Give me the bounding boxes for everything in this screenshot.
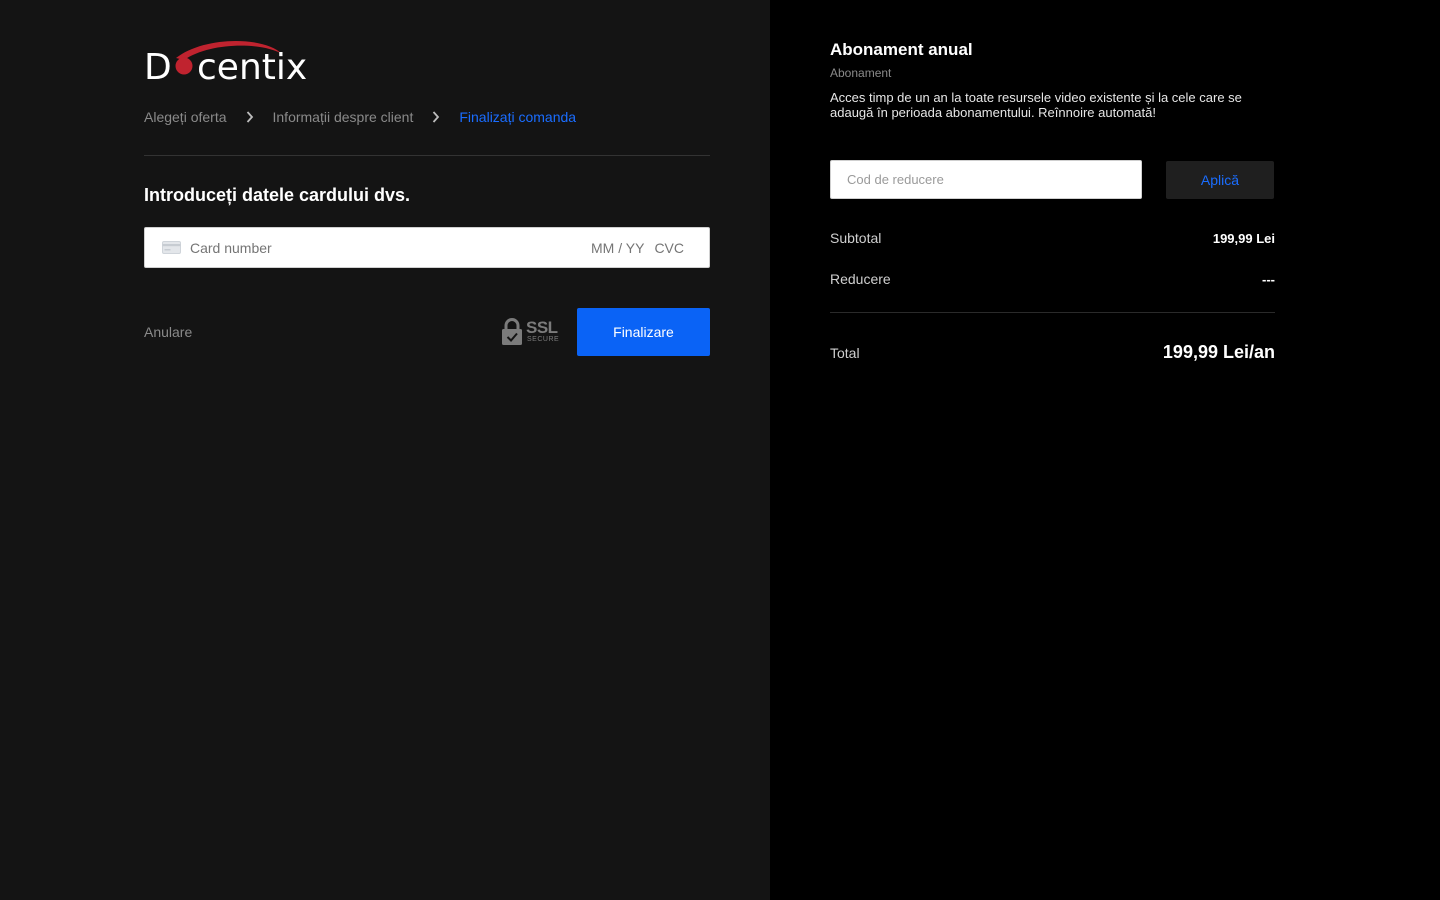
- logo-swoosh: D centix: [144, 40, 307, 84]
- svg-text:D: D: [144, 47, 172, 84]
- discount-code-input[interactable]: [830, 160, 1142, 199]
- divider: [144, 155, 710, 156]
- apply-discount-button[interactable]: Aplică: [1166, 161, 1274, 199]
- docentix-logo[interactable]: D centix: [144, 38, 316, 84]
- subtotal-label: Subtotal: [830, 230, 882, 246]
- ssl-secure-badge: SSL SECURE: [501, 317, 559, 347]
- discount-row: Reducere ---: [830, 271, 1275, 287]
- breadcrumb-finalize-order[interactable]: Finalizați comanda: [459, 109, 576, 125]
- ssl-sub-label: SECURE: [527, 336, 560, 343]
- chevron-right-icon: [227, 111, 273, 123]
- breadcrumb: Alegeți oferta Informații despre client …: [144, 109, 576, 125]
- breadcrumb-client-info[interactable]: Informații despre client: [273, 109, 414, 125]
- total-value: 199,99 Lei/an: [1162, 342, 1275, 362]
- credit-card-icon: [162, 241, 181, 254]
- subtotal-value: 199,99 Lei: [1212, 230, 1275, 246]
- total-label: Total: [830, 344, 860, 361]
- lock-icon: [502, 318, 522, 345]
- discount-value: ---: [1262, 271, 1275, 287]
- divider: [830, 312, 1275, 313]
- discount-label: Reducere: [830, 271, 891, 287]
- card-cvc-input[interactable]: CVC: [654, 240, 684, 256]
- cancel-link[interactable]: Anulare: [144, 324, 192, 340]
- card-number-input[interactable]: Card number: [190, 240, 591, 256]
- payment-panel: D centix Alegeți oferta Informații despr…: [0, 0, 770, 900]
- card-input-field[interactable]: Card number MM / YY CVC: [144, 227, 710, 268]
- svg-text:centix: centix: [197, 47, 307, 84]
- breadcrumb-choose-offer[interactable]: Alegeți oferta: [144, 109, 227, 125]
- plan-description: Acces timp de un an la toate resursele v…: [830, 90, 1242, 120]
- subtotal-row: Subtotal 199,99 Lei: [830, 230, 1275, 246]
- plan-type: Abonament: [830, 66, 892, 80]
- total-row: Total 199,99 Lei/an: [830, 342, 1275, 363]
- chevron-right-icon: [413, 111, 459, 123]
- plan-title: Abonament anual: [830, 40, 973, 59]
- order-summary-panel: Abonament anual Abonament Acces timp de …: [770, 0, 1440, 900]
- card-section-title: Introduceți datele cardului dvs.: [144, 185, 411, 205]
- ssl-label: SSL: [526, 318, 558, 337]
- card-expiry-input[interactable]: MM / YY: [591, 240, 644, 256]
- finalize-button[interactable]: Finalizare: [577, 308, 710, 356]
